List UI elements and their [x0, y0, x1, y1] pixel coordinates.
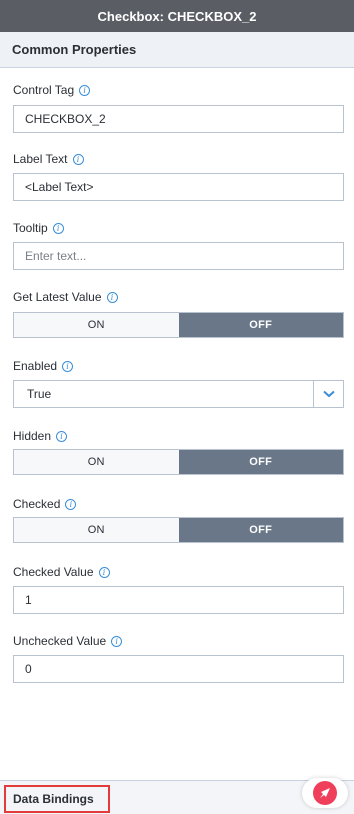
- chevron-down-icon[interactable]: [313, 381, 343, 407]
- control-tag-field[interactable]: CHECKBOX_2: [13, 105, 344, 133]
- tooltip-field[interactable]: Enter text...: [13, 242, 344, 270]
- checked-value-field[interactable]: 1: [13, 586, 344, 614]
- hidden-on[interactable]: ON: [14, 450, 179, 474]
- hidden-toggle[interactable]: ON OFF: [13, 449, 344, 475]
- checked-value-value: 1: [25, 593, 32, 607]
- enabled-label: Enabled i: [13, 358, 74, 374]
- checked-toggle[interactable]: ON OFF: [13, 517, 344, 543]
- info-icon[interactable]: i: [56, 430, 68, 442]
- info-icon[interactable]: i: [98, 566, 110, 578]
- info-icon[interactable]: i: [106, 291, 118, 303]
- label-text-label-text: Label Text: [13, 152, 68, 166]
- data-bindings-tab[interactable]: Data Bindings: [4, 785, 110, 813]
- fab-button[interactable]: [302, 778, 348, 808]
- enabled-label-text: Enabled: [13, 359, 58, 373]
- footer-bar: Data Bindings: [0, 780, 354, 814]
- hidden-label: Hidden i: [13, 428, 68, 444]
- checked-value-label-text: Checked Value: [13, 565, 94, 579]
- info-icon[interactable]: i: [111, 635, 123, 647]
- enabled-select[interactable]: True: [13, 380, 344, 408]
- checked-label-text: Checked: [13, 497, 61, 511]
- unchecked-value-label: Unchecked Value i: [13, 633, 123, 649]
- info-icon[interactable]: i: [65, 498, 77, 510]
- control-tag-label: Control Tag i: [13, 82, 91, 98]
- info-icon[interactable]: i: [79, 84, 91, 96]
- get-latest-value-toggle[interactable]: ON OFF: [13, 312, 344, 338]
- checked-on[interactable]: ON: [14, 518, 179, 542]
- get-latest-value-label: Get Latest Value i: [13, 289, 118, 305]
- unchecked-value-label-text: Unchecked Value: [13, 634, 107, 648]
- section-common-properties[interactable]: Common Properties: [0, 32, 354, 68]
- panel-header: Checkbox: CHECKBOX_2: [0, 0, 354, 32]
- unchecked-value-value: 0: [25, 662, 32, 676]
- label-text-value: <Label Text>: [25, 180, 94, 194]
- get-latest-value-off[interactable]: OFF: [178, 313, 343, 337]
- info-icon[interactable]: i: [62, 360, 74, 372]
- label-text-field[interactable]: <Label Text>: [13, 173, 344, 201]
- get-latest-value-on[interactable]: ON: [14, 313, 179, 337]
- checked-value-label: Checked Value i: [13, 564, 110, 580]
- section-title: Common Properties: [12, 42, 137, 57]
- info-icon[interactable]: i: [52, 222, 64, 234]
- control-tag-value: CHECKBOX_2: [25, 112, 106, 126]
- enabled-value: True: [27, 387, 52, 401]
- label-text-label: Label Text i: [13, 151, 84, 167]
- hidden-off[interactable]: OFF: [178, 450, 343, 474]
- info-icon[interactable]: i: [72, 153, 84, 165]
- hidden-label-text: Hidden: [13, 429, 52, 443]
- data-bindings-label: Data Bindings: [13, 792, 94, 806]
- unchecked-value-field[interactable]: 0: [13, 655, 344, 683]
- get-latest-value-label-text: Get Latest Value: [13, 290, 102, 304]
- rocket-icon: [313, 781, 337, 805]
- checked-label: Checked i: [13, 496, 77, 512]
- tooltip-placeholder: Enter text...: [25, 249, 87, 263]
- control-tag-label-text: Control Tag: [13, 83, 75, 97]
- panel-title: Checkbox: CHECKBOX_2: [97, 8, 257, 24]
- tooltip-label-text: Tooltip: [13, 221, 48, 235]
- tooltip-label: Tooltip i: [13, 220, 64, 236]
- checked-off[interactable]: OFF: [178, 518, 343, 542]
